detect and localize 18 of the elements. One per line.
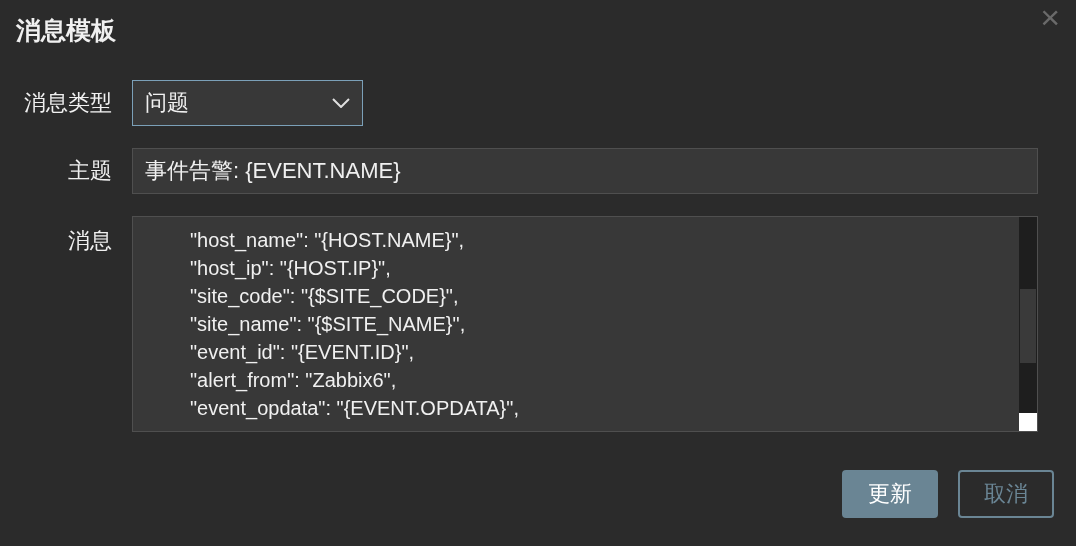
field-label: 消息类型	[23, 89, 112, 117]
message-line: "event_opdata": "{EVENT.OPDATA}",	[190, 395, 519, 422]
message-line: "event_id": "{EVENT.ID}",	[190, 339, 415, 366]
subject-field[interactable]: 事件告警: {EVENT.NAME}	[132, 147, 1038, 194]
message-field[interactable]: "host_name": "{HOST.NAME}", "host_ip": "{HOST.IP}", "site_code": "{$SITE_CODE}", "site_name": "{$SITE_NAME}", "event_id": "{EVENT.ID}", "alert_from": "Zabbix6", "event_opdata": "{EVENT.OPDATA}",	[132, 215, 1038, 432]
field-label: 消息	[67, 226, 112, 255]
field-label: 主题	[67, 157, 112, 185]
message-line: "site_name": "{$SITE_NAME}",	[190, 311, 466, 338]
message-line: "host_ip": "{HOST.IP}",	[190, 255, 391, 282]
message-line: "host_name": "{HOST.NAME}",	[190, 227, 465, 254]
message-line: "alert_from": "Zabbix6",	[190, 367, 397, 394]
dialog-title: 消息模板	[16, 15, 116, 46]
scrollbar[interactable]	[1019, 216, 1037, 413]
cancel-button[interactable]: 取消	[958, 469, 1054, 518]
update-button[interactable]: 更新	[842, 469, 938, 518]
message-line: "site_code": "{$SITE_CODE}",	[190, 283, 459, 310]
chevron-down-icon	[332, 97, 350, 108]
type-select[interactable]: 问题	[132, 79, 363, 126]
